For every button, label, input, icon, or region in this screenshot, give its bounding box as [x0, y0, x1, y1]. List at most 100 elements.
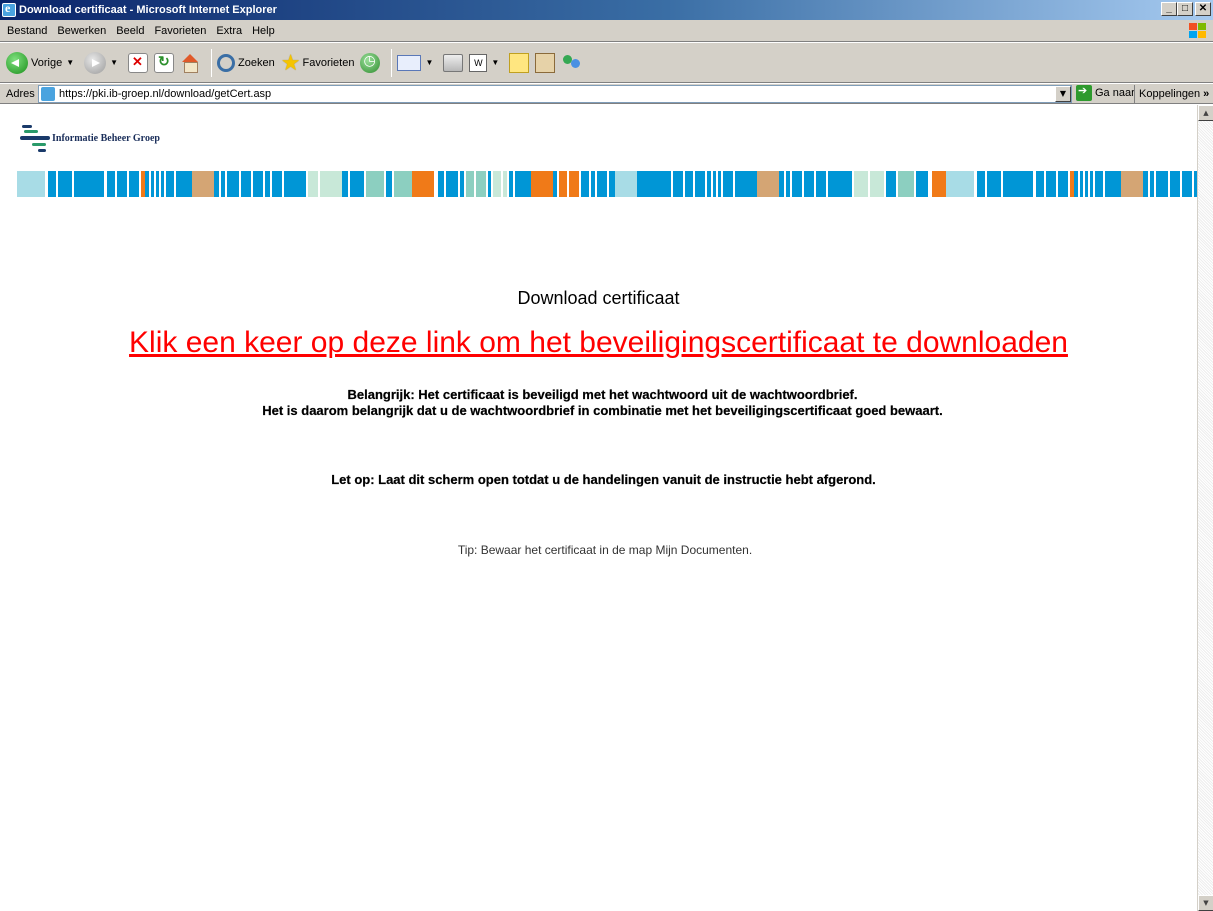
toolbar-separator	[391, 48, 393, 77]
star-icon: ★	[280, 49, 301, 75]
stripe-segment	[716, 171, 718, 197]
maximize-button[interactable]: □	[1177, 2, 1193, 16]
stripe-segment	[151, 171, 154, 197]
scroll-down-button[interactable]: ▼	[1198, 895, 1213, 911]
stripe-segment	[707, 171, 711, 197]
stripe-segment	[886, 171, 896, 197]
history-button[interactable]	[360, 52, 381, 73]
stripe-segment	[591, 171, 595, 197]
menu-favorieten[interactable]: Favorieten	[149, 25, 211, 37]
download-certificate-link[interactable]: Klik een keer op deze link om het beveil…	[0, 326, 1197, 360]
edit-button[interactable]: W ▼	[469, 53, 503, 72]
stripe-segment	[141, 171, 145, 197]
favorites-label: Favorieten	[302, 56, 355, 69]
links-button[interactable]: Koppelingen »	[1134, 85, 1209, 103]
stripe-segment	[1003, 171, 1033, 197]
stripe-segment	[513, 171, 515, 197]
stripe-segment	[466, 171, 474, 197]
stop-button[interactable]	[128, 52, 149, 73]
stripe-segment	[713, 171, 716, 197]
stripe-segment	[898, 171, 914, 197]
menu-help[interactable]: Help	[247, 25, 280, 37]
stripe-segment	[509, 171, 513, 197]
stripe-segment	[531, 171, 553, 197]
address-field[interactable]: ▼	[38, 85, 1072, 103]
stripe-segment	[460, 171, 464, 197]
stripe-segment	[58, 171, 72, 197]
stripe-segment	[491, 171, 493, 197]
note-icon	[509, 52, 530, 73]
stripe-segment	[458, 171, 460, 197]
search-button[interactable]: Zoeken	[217, 53, 275, 72]
minimize-button[interactable]: _	[1161, 2, 1177, 16]
important-line-1: Belangrijk: Het certificaat is beveiligd…	[347, 387, 858, 402]
stripe-segment	[567, 171, 569, 197]
stripe-segment	[507, 171, 509, 197]
mail-button[interactable]: ▼	[397, 54, 437, 71]
home-icon	[180, 53, 200, 73]
stripe-segment	[74, 171, 104, 197]
menu-bestand[interactable]: Bestand	[2, 25, 52, 37]
stripe-segment	[559, 171, 567, 197]
research-button[interactable]	[535, 52, 556, 73]
menu-beeld[interactable]: Beeld	[111, 25, 149, 37]
window-title: Download certificaat - Microsoft Interne…	[19, 4, 277, 16]
toolbar-separator	[211, 48, 213, 77]
go-button[interactable]: Ga naar	[1076, 84, 1135, 101]
stripe-segment	[227, 171, 239, 197]
stripe-segment	[214, 171, 219, 197]
stripe-segment	[350, 171, 364, 197]
favorites-button[interactable]: ★ Favorieten	[280, 49, 355, 75]
menu-extra[interactable]: Extra	[211, 25, 247, 37]
stripe-segment	[412, 171, 434, 197]
stripe-segment	[1001, 171, 1003, 197]
edit-dropdown-icon[interactable]: ▼	[491, 58, 499, 67]
stripe-segment	[581, 171, 589, 197]
tip-text: Tip: Bewaar het certificaat in de map Mi…	[457, 543, 753, 557]
stripe-segment	[705, 171, 707, 197]
messenger-icon	[561, 53, 583, 73]
stripe-segment	[241, 171, 251, 197]
refresh-button[interactable]	[154, 52, 175, 73]
stripe-segment	[166, 171, 174, 197]
important-notice: Belangrijk: Het certificaat is beveiligd…	[0, 387, 1197, 419]
address-dropdown-icon[interactable]: ▼	[1055, 86, 1071, 102]
stripe-segment	[695, 171, 705, 197]
edit-icon: W	[469, 53, 488, 72]
discuss-button[interactable]	[509, 52, 530, 73]
back-dropdown-icon[interactable]: ▼	[66, 58, 74, 67]
stripe-segment	[104, 171, 107, 197]
print-button[interactable]	[443, 53, 464, 72]
stripe-segment	[320, 171, 342, 197]
stripe-segment	[272, 171, 282, 197]
stripe-segment	[493, 171, 501, 197]
stripe-segment	[192, 171, 214, 197]
window-controls: _ □ ✕	[1161, 2, 1211, 16]
stripe-segment	[48, 171, 56, 197]
stripe-segment	[1088, 171, 1090, 197]
stripe-segment	[394, 171, 412, 197]
stripe-segment	[17, 171, 45, 197]
scroll-up-button[interactable]: ▲	[1198, 105, 1213, 121]
messenger-button[interactable]	[561, 53, 583, 73]
mail-dropdown-icon[interactable]: ▼	[425, 58, 433, 67]
stripe-segment	[364, 171, 366, 197]
stripe-segment	[868, 171, 870, 197]
menu-bewerken[interactable]: Bewerken	[52, 25, 111, 37]
back-button[interactable]: Vorige ▼	[6, 51, 78, 74]
stripe-segment	[609, 171, 615, 197]
stripe-segment	[786, 171, 790, 197]
forward-button[interactable]: ▼	[84, 51, 122, 74]
stripe-segment	[985, 171, 987, 197]
vertical-scrollbar[interactable]: ▲ ▼	[1197, 105, 1213, 911]
stripe-segment	[1192, 171, 1194, 197]
close-button[interactable]: ✕	[1195, 2, 1211, 16]
stripe-segment	[1074, 171, 1078, 197]
back-label: Vorige	[31, 56, 63, 69]
stripe-segment	[129, 171, 139, 197]
stripe-segment	[711, 171, 713, 197]
address-input[interactable]	[59, 87, 1055, 101]
forward-dropdown-icon[interactable]: ▼	[110, 58, 118, 67]
stripe-segment	[1156, 171, 1168, 197]
home-button[interactable]	[180, 53, 200, 73]
